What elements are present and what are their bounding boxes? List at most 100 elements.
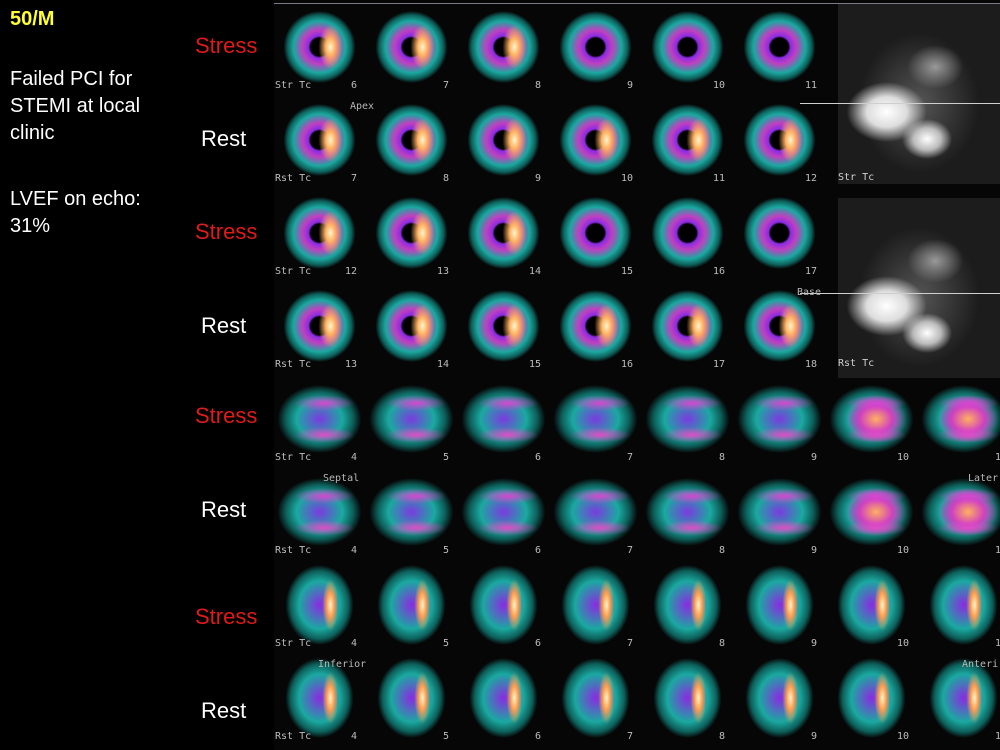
perfusion-image <box>458 189 549 277</box>
spect-slice: 13 <box>366 189 457 281</box>
acquisition-tag: Rst Tc <box>275 359 312 370</box>
perfusion-image <box>734 189 825 277</box>
slice-number: 6 <box>534 638 541 649</box>
spect-slice: 15 <box>550 189 641 281</box>
slice-number: 13 <box>436 266 449 277</box>
slice-number: 4 <box>350 545 357 556</box>
acquisition-tag: Str Tc <box>275 80 312 91</box>
perfusion-image <box>274 3 365 91</box>
spect-slice: 16 <box>550 282 641 374</box>
spect-slice: 9 <box>734 561 825 653</box>
planar-stress-tag: Str Tc <box>838 172 875 183</box>
slice-number: 11 <box>804 80 817 91</box>
case-title: 50/M <box>10 8 55 30</box>
slice-number: 8 <box>718 452 725 463</box>
slice-number: 14 <box>528 266 541 277</box>
row-label-4: Rest <box>201 313 247 338</box>
perfusion-image <box>366 189 457 277</box>
base-marker-line <box>800 293 1000 294</box>
perfusion-image <box>642 189 733 277</box>
acquisition-tag: Rst Tc <box>275 545 312 556</box>
spect-slice: 7 <box>366 3 457 95</box>
spect-slice: 5 <box>366 468 457 560</box>
perfusion-image <box>366 96 457 184</box>
spect-slice: 12 <box>734 96 825 188</box>
slice-number: 18 <box>804 359 817 370</box>
spect-slice: 10 <box>826 375 917 467</box>
slice-number: 9 <box>534 173 541 184</box>
spect-slice: 11 <box>642 96 733 188</box>
perfusion-image <box>550 468 641 556</box>
spect-slice: 8 <box>642 654 733 746</box>
spect-slice: 7 <box>550 561 641 653</box>
perfusion-image <box>642 282 733 370</box>
perfusion-image <box>734 468 825 556</box>
slice-number: 10 <box>896 545 909 556</box>
slice-number: 9 <box>810 731 817 742</box>
lvef-note: LVEF on echo: 31% <box>10 188 141 237</box>
perfusion-image <box>734 561 825 649</box>
slice-number: 1 <box>994 731 1000 742</box>
perfusion-image <box>642 96 733 184</box>
slice-number: 16 <box>620 359 633 370</box>
perfusion-image <box>550 282 641 370</box>
slice-number: 10 <box>712 80 725 91</box>
spect-slice: 9 <box>734 375 825 467</box>
perfusion-image <box>550 375 641 463</box>
spect-slice: 16 <box>642 189 733 281</box>
perfusion-image <box>826 468 917 556</box>
spect-slice: 7 <box>550 468 641 560</box>
perfusion-image <box>274 189 365 277</box>
planar-rest-tag: Rst Tc <box>838 358 875 369</box>
acquisition-tag: Str Tc <box>275 452 312 463</box>
spect-slice: 17 <box>734 189 825 281</box>
slice-number: 8 <box>718 638 725 649</box>
row-label-2: Rest <box>201 126 247 151</box>
spect-slice: 14 <box>458 189 549 281</box>
slice-number: 12 <box>344 266 357 277</box>
slice-number: 7 <box>350 173 357 184</box>
acquisition-tag: Rst Tc <box>275 731 312 742</box>
slice-number: 10 <box>896 731 909 742</box>
slice-number: 8 <box>442 173 449 184</box>
spect-slice: 6 <box>458 561 549 653</box>
row-label-1: Stress <box>195 33 258 58</box>
slice-number: 5 <box>442 452 449 463</box>
perfusion-image <box>274 282 365 370</box>
slice-number: 5 <box>442 638 449 649</box>
row-label-5: Stress <box>195 403 258 428</box>
perfusion-image <box>550 654 641 742</box>
slice-number: 8 <box>718 545 725 556</box>
slice-number: 12 <box>804 173 817 184</box>
row-label-7: Stress <box>195 604 258 629</box>
spect-slice: 6 <box>458 375 549 467</box>
spect-slice: 6 <box>458 468 549 560</box>
spect-slice: 8 <box>642 468 733 560</box>
spect-slice: 8 <box>458 3 549 95</box>
perfusion-image <box>366 282 457 370</box>
perfusion-image <box>734 654 825 742</box>
slice-number: 15 <box>620 266 633 277</box>
perfusion-image <box>550 189 641 277</box>
spect-slice: 8 <box>642 375 733 467</box>
acquisition-tag: Str Tc <box>275 638 312 649</box>
spect-slice: 15 <box>458 282 549 374</box>
anterior-label: Anteri <box>962 659 999 670</box>
perfusion-image <box>734 375 825 463</box>
row-label-3: Stress <box>195 219 258 244</box>
slice-number: 1 <box>994 638 1000 649</box>
slice-number: 10 <box>896 638 909 649</box>
perfusion-image <box>366 654 457 742</box>
slice-number: 17 <box>712 359 725 370</box>
spect-slice: 5 <box>366 561 457 653</box>
perfusion-image <box>550 561 641 649</box>
planar-rest-image <box>838 198 1000 378</box>
spect-slice: 10 <box>826 561 917 653</box>
perfusion-image <box>458 282 549 370</box>
perfusion-image <box>642 654 733 742</box>
spect-slice: 8 <box>642 561 733 653</box>
perfusion-image <box>458 3 549 91</box>
spect-slice: 6 Str Tc <box>274 3 365 95</box>
perfusion-image <box>366 468 457 556</box>
slice-number: 4 <box>350 452 357 463</box>
